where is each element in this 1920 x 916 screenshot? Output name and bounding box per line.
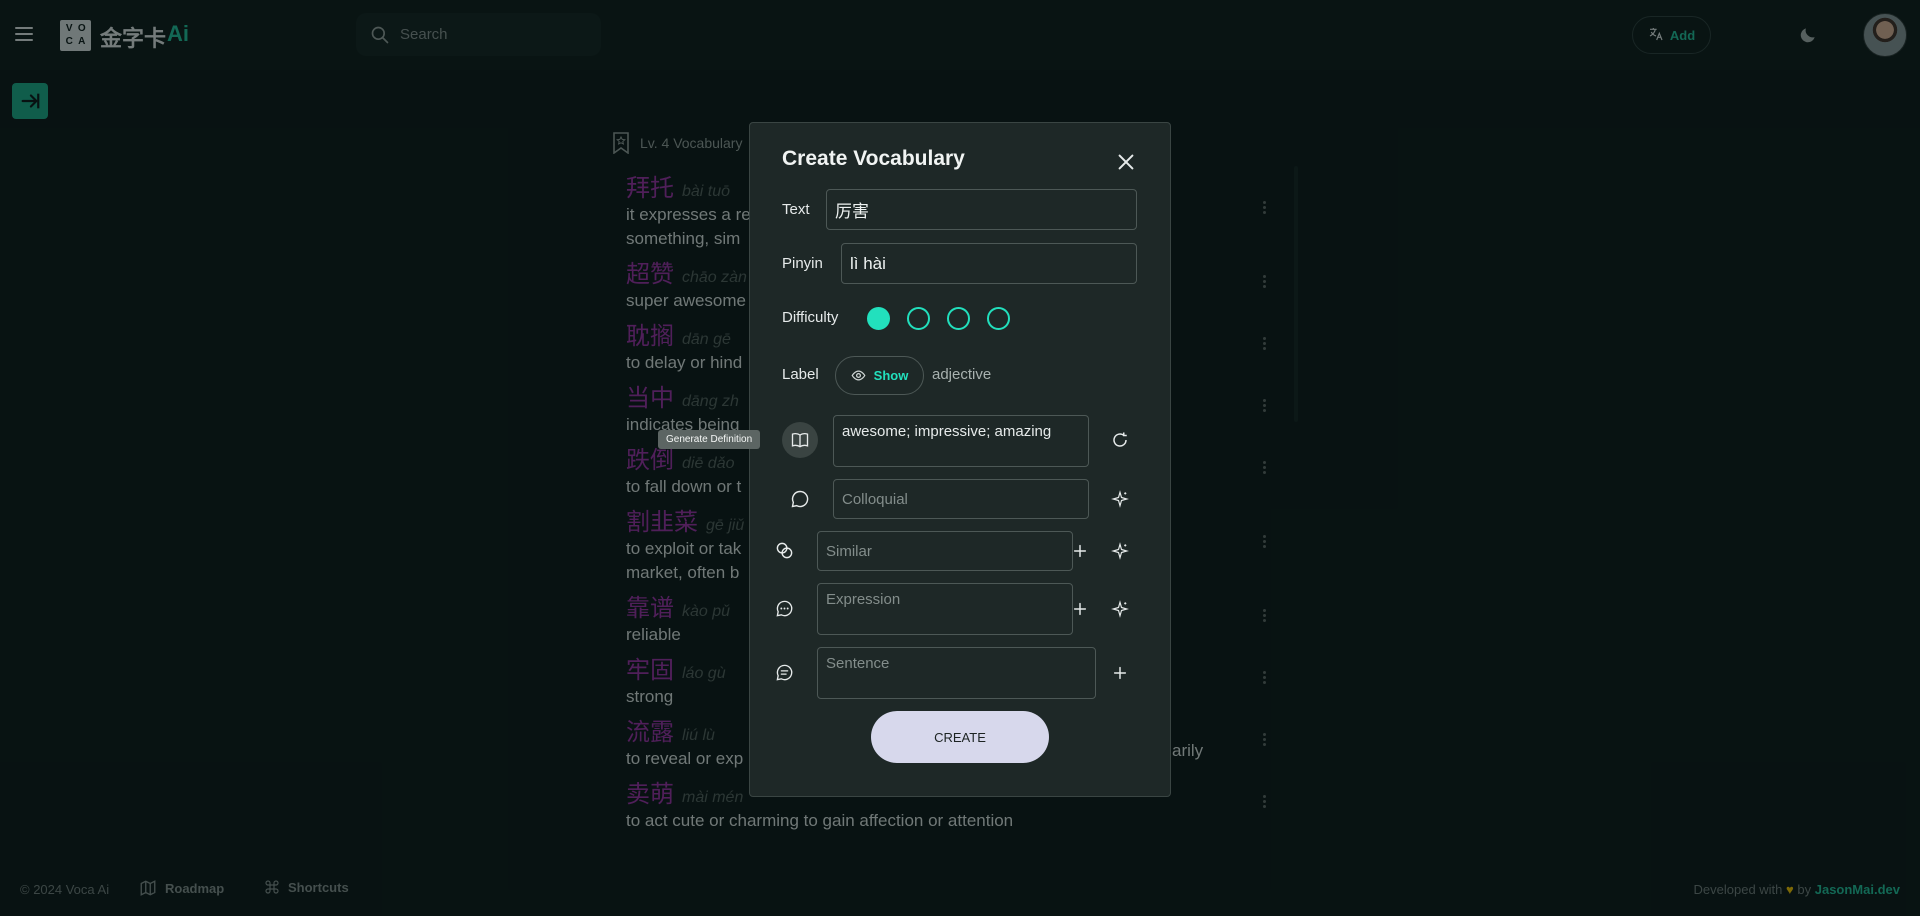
sparkle-icon[interactable]	[1111, 542, 1129, 560]
expression-field[interactable]	[817, 583, 1073, 635]
plus-icon[interactable]	[1072, 543, 1088, 559]
generate-definition-tooltip: Generate Definition	[658, 430, 761, 449]
text-label: Text	[782, 201, 810, 218]
eye-icon	[851, 370, 866, 381]
difficulty-radio-2[interactable]	[907, 307, 930, 330]
plus-icon[interactable]	[1112, 665, 1128, 681]
dialog-title: Create Vocabulary	[782, 147, 965, 170]
difficulty-label: Difficulty	[782, 309, 839, 326]
chat-icon	[791, 490, 809, 508]
show-label-toggle[interactable]: Show	[835, 356, 924, 395]
chat-lines-icon	[776, 664, 793, 681]
link-icon	[776, 542, 793, 559]
generate-definition-button[interactable]	[782, 422, 818, 458]
sentence-field[interactable]	[817, 647, 1096, 699]
create-vocabulary-dialog: Create Vocabulary Text Pinyin Difficulty…	[749, 122, 1171, 797]
sparkle-icon[interactable]	[1111, 600, 1129, 618]
show-label: Show	[873, 368, 909, 383]
difficulty-radio-3[interactable]	[947, 307, 970, 330]
sparkle-icon[interactable]	[1111, 490, 1129, 508]
chat-dots-icon	[776, 600, 793, 617]
definition-field[interactable]: awesome; impressive; amazing	[833, 415, 1089, 467]
close-icon[interactable]	[1115, 151, 1137, 173]
pinyin-label: Pinyin	[782, 255, 823, 272]
difficulty-radio-1[interactable]	[867, 307, 890, 330]
pinyin-field[interactable]	[841, 243, 1137, 284]
similar-field[interactable]	[817, 531, 1073, 571]
label-value: adjective	[932, 366, 992, 383]
create-button[interactable]: CREATE	[871, 711, 1049, 763]
text-field[interactable]	[826, 189, 1137, 230]
colloquial-field[interactable]	[833, 479, 1089, 519]
refresh-icon[interactable]	[1111, 431, 1129, 449]
label-label: Label	[782, 366, 819, 383]
plus-icon[interactable]	[1072, 601, 1088, 617]
book-icon	[791, 432, 809, 448]
difficulty-radio-4[interactable]	[987, 307, 1010, 330]
